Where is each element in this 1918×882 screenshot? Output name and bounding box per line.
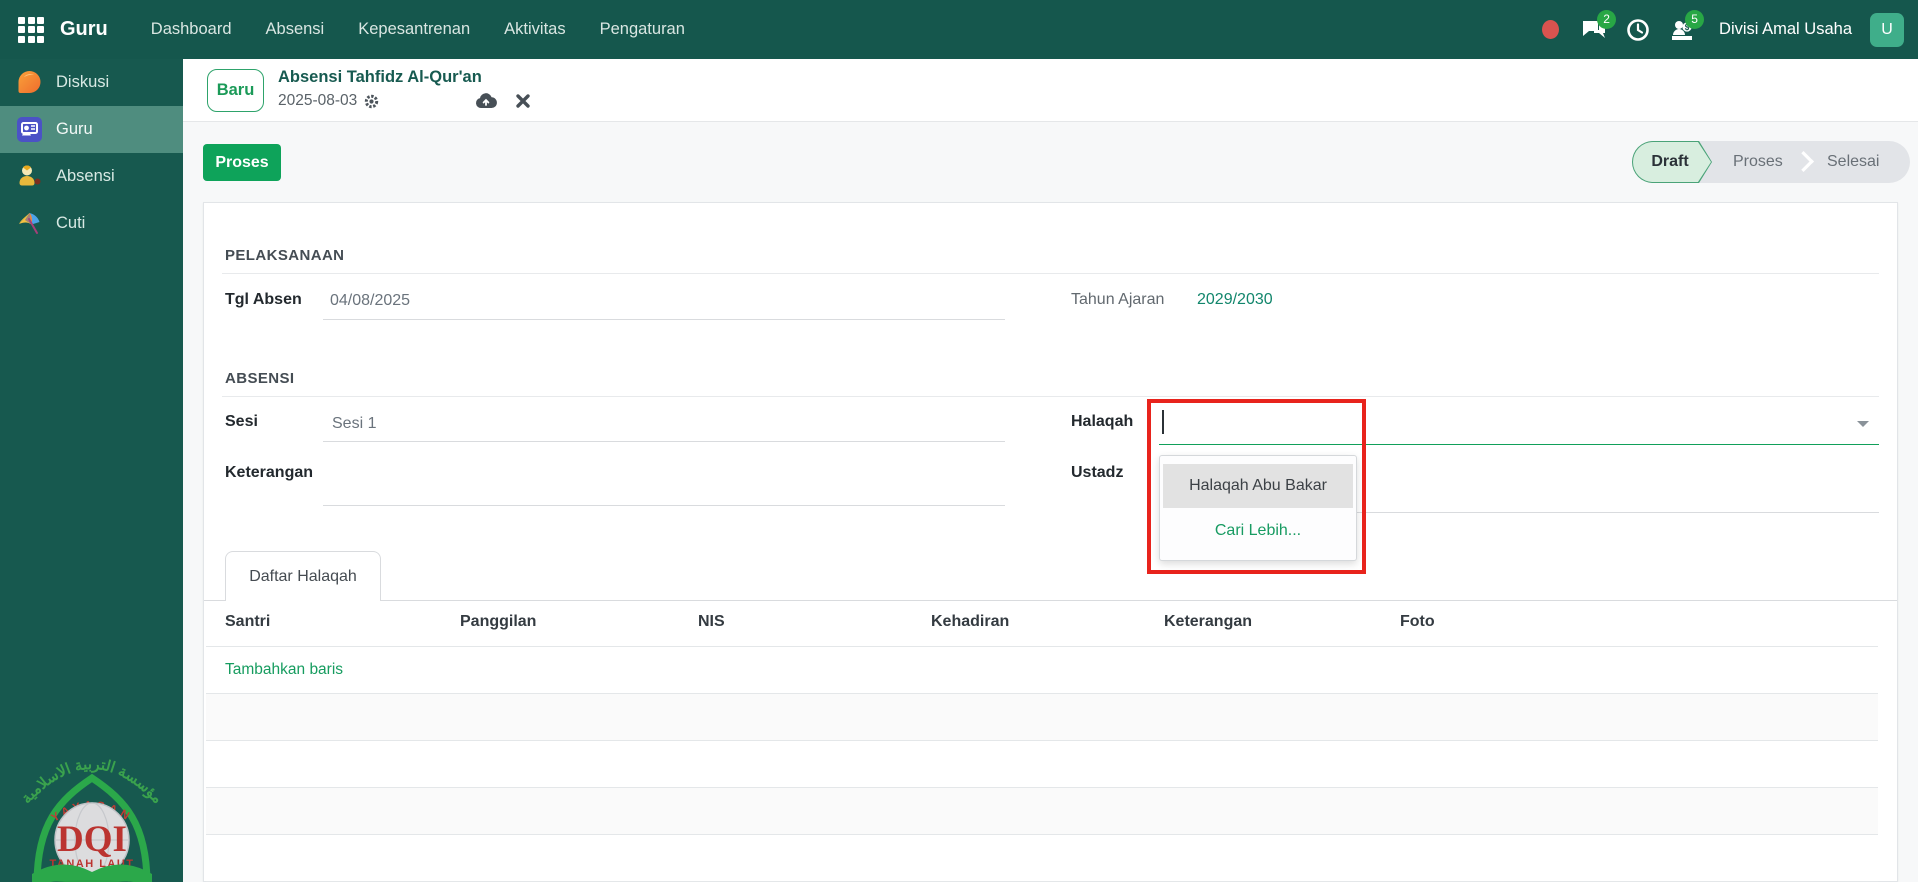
record-subtitle: 2025-08-03: [278, 92, 380, 110]
tgl-absen-underline: [323, 319, 1005, 320]
teacher-app-icon: [16, 116, 43, 143]
empty-row: [206, 741, 1878, 787]
chat-bubble-icon: [16, 69, 43, 96]
column-header-keterangan[interactable]: Keterangan: [1164, 613, 1252, 631]
halaqah-input[interactable]: [1159, 408, 1849, 442]
clock-icon[interactable]: [1621, 13, 1655, 47]
top-navbar: Guru Dashboard Absensi Kepesantrenan Akt…: [0, 0, 1918, 59]
tgl-absen-input[interactable]: 04/08/2025: [330, 292, 410, 310]
nav-item-aktivitas[interactable]: Aktivitas: [504, 20, 565, 39]
process-button[interactable]: Proses: [203, 144, 281, 181]
record-date: 2025-08-03: [278, 92, 358, 109]
section-absensi: ABSENSI: [225, 370, 295, 387]
user-avatar[interactable]: U: [1870, 12, 1904, 47]
status-step-selesai[interactable]: Selesai: [1827, 141, 1879, 183]
sidebar-item-label: Guru: [56, 120, 93, 138]
empty-row: [206, 835, 1878, 881]
halaqah-label: Halaqah: [1071, 413, 1134, 430]
halaqah-dropdown-caret-icon[interactable]: [1857, 421, 1869, 427]
column-header-santri[interactable]: Santri: [225, 613, 270, 631]
tab-baseline: [204, 600, 1897, 601]
sidebar-item-diskusi[interactable]: Diskusi: [0, 59, 183, 106]
column-header-nis[interactable]: NIS: [698, 613, 725, 631]
umbrella-icon: [16, 210, 43, 237]
tab-daftar-halaqah[interactable]: Daftar Halaqah: [225, 551, 381, 601]
sidebar-item-label: Absensi: [56, 167, 115, 185]
nav-item-dashboard[interactable]: Dashboard: [151, 20, 232, 39]
form-sheet: PELAKSANAAN Tgl Absen 04/08/2025 Tahun A…: [203, 202, 1898, 882]
company-menu[interactable]: Divisi Amal Usaha: [1719, 20, 1852, 39]
recording-status-dot: [1542, 20, 1560, 39]
sidebar-item-label: Cuti: [56, 214, 86, 232]
nav-item-absensi[interactable]: Absensi: [266, 20, 325, 39]
apps-grid-icon[interactable]: [18, 16, 44, 43]
app-brand[interactable]: Guru: [60, 18, 108, 41]
discard-x-icon[interactable]: [515, 93, 531, 109]
activities-icon[interactable]: $ 5: [1665, 9, 1705, 47]
column-header-kehadiran[interactable]: Kehadiran: [931, 613, 1009, 631]
ustadz-label: Ustadz: [1071, 464, 1124, 481]
foundation-logo: مؤسسة التربية الاسلامية YAYASAN DQI TANA…: [18, 756, 166, 882]
person-attendance-icon: [16, 163, 43, 190]
keterangan-underline[interactable]: [323, 505, 1005, 506]
breadcrumb-badge-new[interactable]: Baru: [207, 69, 264, 112]
messages-icon[interactable]: 2: [1577, 9, 1617, 47]
section-pelaksanaan: PELAKSANAAN: [225, 247, 345, 264]
table-header-border: [206, 646, 1878, 647]
sidebar-item-label: Diskusi: [56, 73, 110, 91]
dropdown-search-more[interactable]: Cari Lebih...: [1163, 512, 1353, 550]
sidebar-item-guru[interactable]: Guru: [0, 106, 183, 153]
navbar-right-cluster: 2 $ 5 Divisi Amal Usaha U: [1542, 9, 1918, 47]
keterangan-label: Keterangan: [225, 464, 314, 481]
sesi-input[interactable]: Sesi 1: [332, 415, 376, 433]
gear-icon[interactable]: [363, 93, 380, 110]
svg-text:DQI: DQI: [57, 819, 127, 860]
section-divider: [222, 273, 1879, 274]
tahun-ajaran-label: Tahun Ajaran: [1071, 291, 1165, 308]
sidebar: Diskusi Guru Absensi Cuti مؤسسة التربية …: [0, 59, 183, 882]
app-window: Guru Dashboard Absensi Kepesantrenan Akt…: [0, 0, 1918, 882]
sesi-label: Sesi: [225, 413, 258, 430]
sidebar-item-cuti[interactable]: Cuti: [0, 200, 183, 247]
nav-item-kepesantrenan[interactable]: Kepesantrenan: [358, 20, 470, 39]
status-pipeline: Draft Proses Selesai: [1632, 141, 1910, 183]
empty-row: [206, 694, 1878, 740]
dropdown-option-halaqah-abu-bakar[interactable]: Halaqah Abu Bakar: [1163, 464, 1353, 508]
record-title: Absensi Tahfidz Al-Qur'an: [278, 68, 482, 86]
tahun-ajaran-value[interactable]: 2029/2030: [1197, 291, 1273, 309]
nav-item-pengaturan[interactable]: Pengaturan: [600, 20, 685, 39]
empty-row: [206, 788, 1878, 834]
halaqah-dropdown-menu: Halaqah Abu Bakar Cari Lebih...: [1159, 455, 1357, 561]
breadcrumb-bar: Baru Absensi Tahfidz Al-Qur'an 2025-08-0…: [183, 59, 1918, 122]
halaqah-underline-active: [1159, 444, 1879, 445]
status-step-draft[interactable]: Draft: [1640, 141, 1700, 183]
activities-badge: 5: [1685, 9, 1705, 29]
sesi-underline: [323, 441, 1005, 442]
sidebar-item-absensi[interactable]: Absensi: [0, 153, 183, 200]
tgl-absen-label: Tgl Absen: [225, 291, 302, 308]
section-divider: [222, 396, 1879, 397]
add-row-link[interactable]: Tambahkan baris: [225, 661, 343, 679]
column-header-foto[interactable]: Foto: [1400, 613, 1435, 631]
status-step-proses[interactable]: Proses: [1733, 141, 1783, 183]
column-header-panggilan[interactable]: Panggilan: [460, 613, 536, 631]
messages-badge: 2: [1597, 9, 1617, 29]
save-cloud-icon[interactable]: [475, 92, 497, 110]
